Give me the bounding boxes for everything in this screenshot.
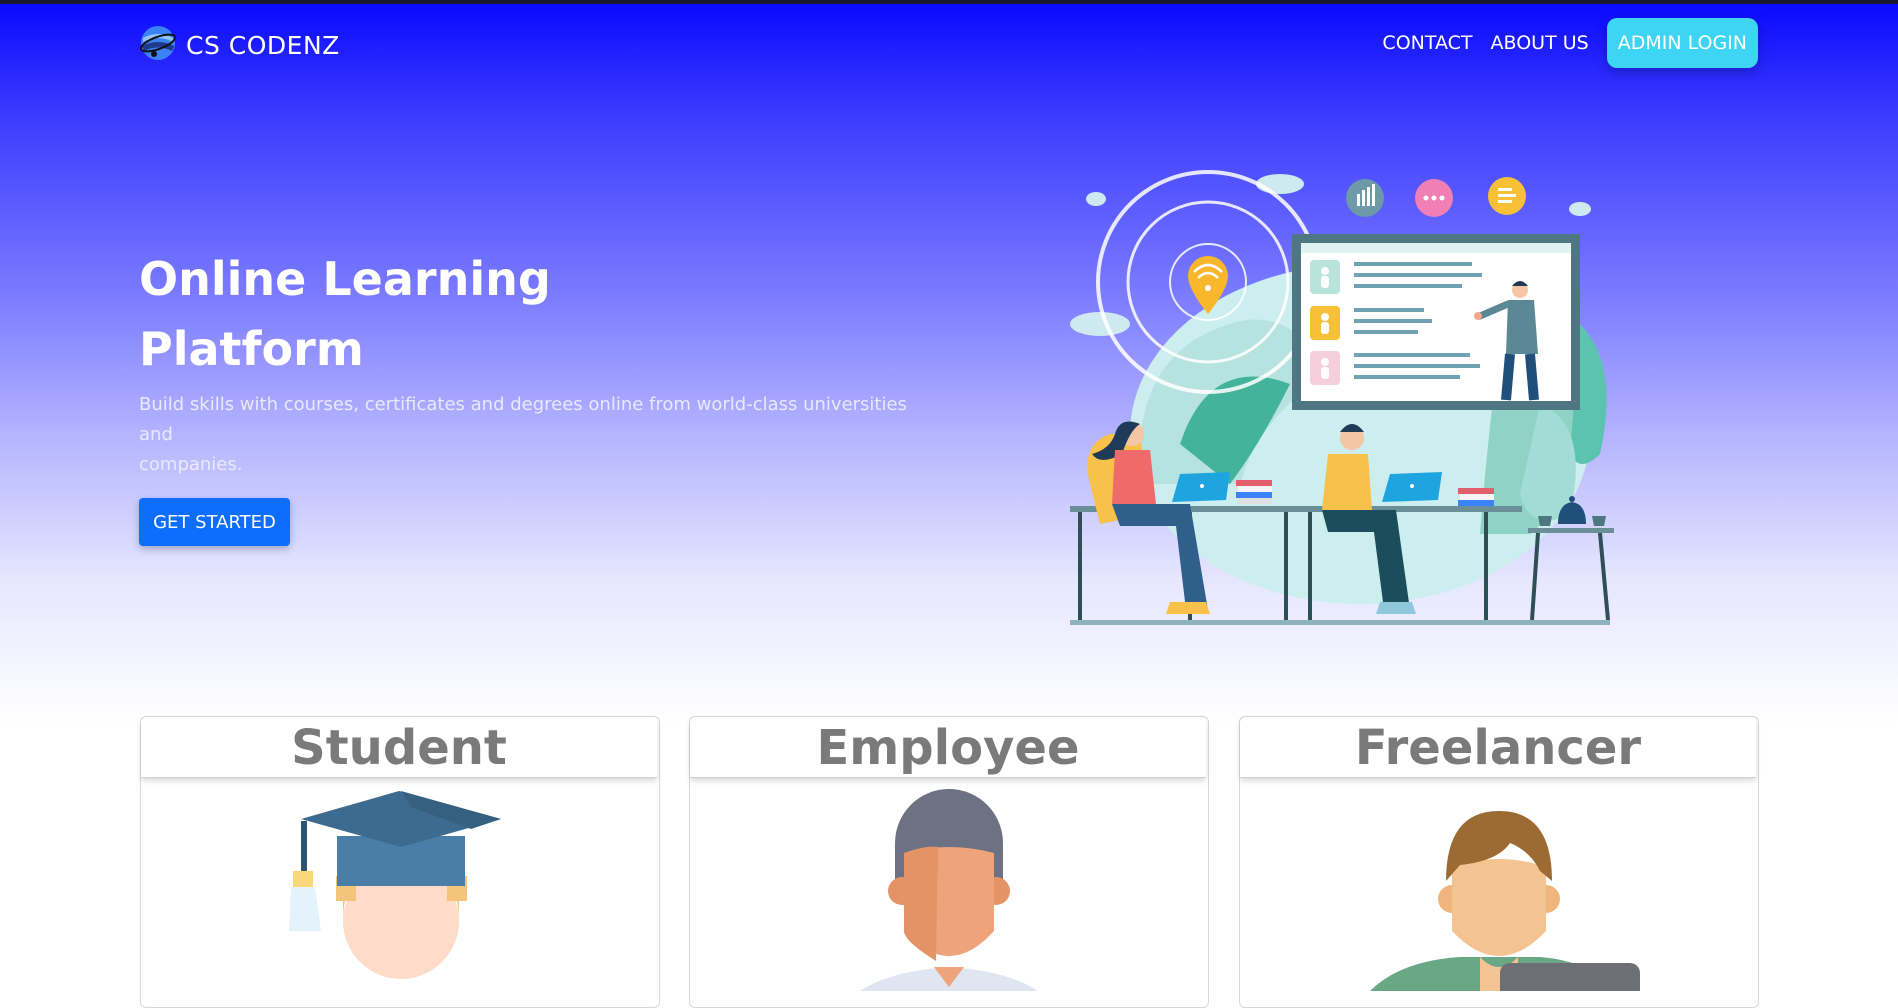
nav-link-about-us[interactable]: ABOUT US [1491, 32, 1589, 54]
brand-name: CS CODENZ [186, 30, 340, 60]
freelancer-avatar-icon [1370, 811, 1640, 991]
hero-subtitle: Build skills with courses, certificates … [139, 390, 939, 480]
employee-avatar-icon [860, 789, 1038, 991]
nav-link-contact[interactable]: CONTACT [1382, 32, 1472, 54]
hero-title: Online Learning Platform [139, 244, 739, 384]
admin-login-button[interactable]: ADMIN LOGIN [1606, 18, 1758, 68]
freelancer-card-title: Freelancer [1240, 717, 1756, 778]
top-nav: CONTACT ABOUT US ADMIN LOGIN [1382, 18, 1758, 68]
graduate-avatar-icon [289, 791, 501, 979]
employee-card-title: Employee [690, 717, 1206, 778]
globe-logo-icon [139, 24, 177, 66]
freelancer-card[interactable]: Freelancer [1239, 716, 1759, 1008]
hero-subtitle-line-1: Build skills with courses, certificates … [139, 394, 907, 445]
employee-card[interactable]: Employee [689, 716, 1209, 1008]
brand-logo-link[interactable]: CS CODENZ [139, 24, 340, 66]
get-started-button[interactable]: GET STARTED [139, 498, 290, 546]
student-card-title: Student [141, 717, 657, 778]
hero-title-line-1: Online Learning [139, 252, 551, 306]
online-learning-illustration [1070, 170, 1614, 625]
hero-title-line-2: Platform [139, 322, 364, 376]
hero-subtitle-line-2: companies. [139, 454, 243, 475]
student-card[interactable]: Student [140, 716, 660, 1008]
